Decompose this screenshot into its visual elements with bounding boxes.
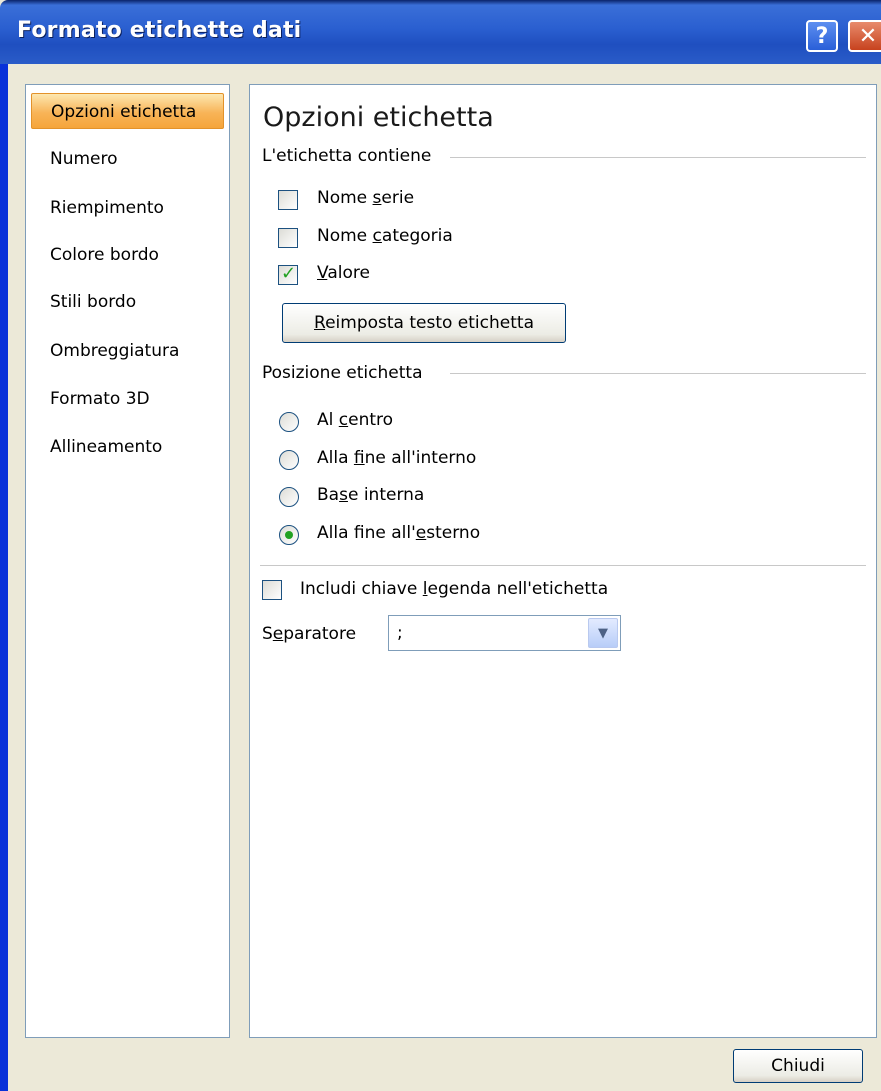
category-list: Opzioni etichetta Numero Riempimento Col… xyxy=(25,84,230,1038)
section-divider xyxy=(260,565,866,566)
position-inside-end-radio[interactable] xyxy=(279,450,299,470)
value-checkbox[interactable]: ✓ xyxy=(278,263,298,285)
nav-item-label: Riempimento xyxy=(50,198,164,218)
nav-item-numero[interactable]: Numero xyxy=(26,141,229,177)
help-icon: ? xyxy=(815,23,829,49)
nav-item-label: Opzioni etichetta xyxy=(51,102,197,122)
position-outside-end-label[interactable]: Alla fine all'esterno xyxy=(317,523,480,543)
close-window-button[interactable]: ✕ xyxy=(848,20,881,52)
checkmark-icon: ✓ xyxy=(281,263,297,284)
nav-item-label: Allineamento xyxy=(50,437,163,457)
nav-item-allineamento[interactable]: Allineamento xyxy=(26,429,229,465)
close-icon: ✕ xyxy=(858,23,878,49)
nav-item-label: Formato 3D xyxy=(50,389,150,409)
radio-selected-dot xyxy=(285,531,293,539)
position-inside-base-label[interactable]: Base interna xyxy=(317,485,424,505)
nav-item-stili-bordo[interactable]: Stili bordo xyxy=(26,284,229,320)
nav-item-label: Ombreggiatura xyxy=(50,341,180,361)
nav-item-ombreggiatura[interactable]: Ombreggiatura xyxy=(26,333,229,369)
nav-item-label: Stili bordo xyxy=(50,292,137,312)
reset-button-label: Reimposta testo etichetta xyxy=(314,313,534,333)
series-name-label[interactable]: Nome serie xyxy=(317,188,414,208)
nav-item-label: Colore bordo xyxy=(50,245,159,265)
category-name-checkbox[interactable] xyxy=(278,228,298,248)
group-divider xyxy=(450,373,866,374)
position-inside-end-label[interactable]: Alla fine all'interno xyxy=(317,448,476,468)
nav-item-formato-3d[interactable]: Formato 3D xyxy=(26,381,229,417)
nav-item-colore-bordo[interactable]: Colore bordo xyxy=(26,237,229,273)
separator-label: Separatore xyxy=(262,624,357,644)
options-panel: Opzioni etichetta L'etichetta contiene N… xyxy=(249,84,877,1038)
group-divider xyxy=(450,157,866,158)
category-name-label[interactable]: Nome categoria xyxy=(317,226,453,246)
legend-key-label[interactable]: Includi chiave legenda nell'etichetta xyxy=(300,579,608,599)
close-button[interactable]: Chiudi xyxy=(733,1049,863,1083)
help-button[interactable]: ? xyxy=(806,20,838,52)
reset-label-text-button[interactable]: Reimposta testo etichetta xyxy=(282,303,566,343)
position-inside-base-radio[interactable] xyxy=(279,487,299,507)
legend-key-checkbox[interactable] xyxy=(262,580,282,600)
position-outside-end-radio[interactable] xyxy=(279,525,299,545)
group-label-position: Posizione etichetta xyxy=(262,363,431,383)
position-center-label[interactable]: Al centro xyxy=(317,410,393,430)
title-bar[interactable]: Formato etichette dati ? ✕ xyxy=(0,0,881,64)
format-data-labels-dialog: Formato etichette dati ? ✕ Opzioni etich… xyxy=(0,0,881,1091)
nav-item-opzioni-etichetta[interactable]: Opzioni etichetta xyxy=(31,93,224,129)
window-left-border xyxy=(0,64,8,1091)
close-button-label: Chiudi xyxy=(771,1056,825,1076)
nav-item-label: Numero xyxy=(50,149,118,169)
nav-item-riempimento[interactable]: Riempimento xyxy=(26,190,229,226)
value-label[interactable]: Valore xyxy=(317,263,370,283)
panel-title: Opzioni etichetta xyxy=(263,102,494,133)
separator-dropdown[interactable]: ; ▼ xyxy=(388,615,621,651)
series-name-checkbox[interactable] xyxy=(278,190,298,210)
position-center-radio[interactable] xyxy=(279,412,299,432)
separator-value: ; xyxy=(397,623,403,643)
dialog-title: Formato etichette dati xyxy=(17,18,302,43)
chevron-down-icon[interactable]: ▼ xyxy=(588,618,618,648)
group-label-contains: L'etichetta contiene xyxy=(262,146,440,166)
